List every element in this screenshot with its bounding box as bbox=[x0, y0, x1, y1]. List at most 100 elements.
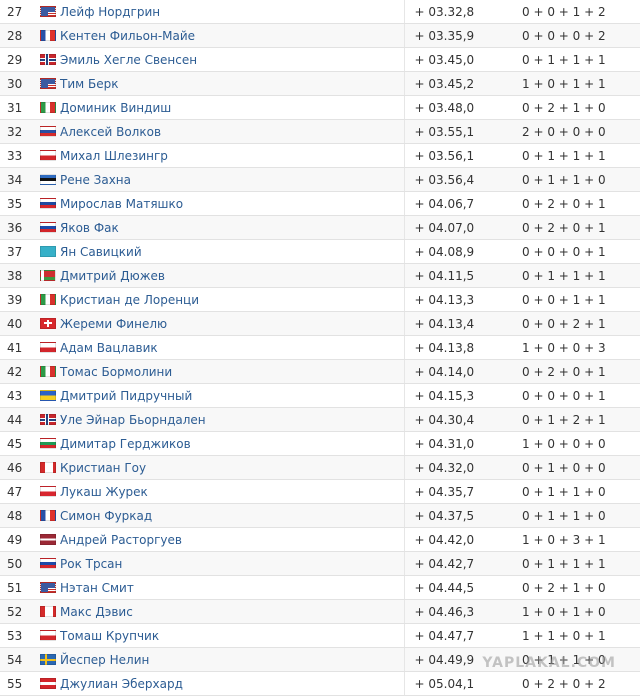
athlete-name-link[interactable]: Михал Шлезингр bbox=[60, 149, 168, 163]
athlete-cell: Макс Дэвис bbox=[40, 599, 405, 624]
position-cell: 34 bbox=[0, 167, 40, 192]
athlete-name-link[interactable]: Тим Берк bbox=[60, 77, 118, 91]
athlete-name-link[interactable]: Джулиан Эберхард bbox=[60, 677, 183, 691]
swe-flag-icon bbox=[40, 653, 56, 665]
time-gap-cell: + 04.44,5 bbox=[404, 575, 509, 600]
athlete-cell: Андрей Расторгуев bbox=[40, 527, 405, 552]
position-cell: 35 bbox=[0, 191, 40, 216]
athlete-cell: Кристиан де Лоренци bbox=[40, 287, 405, 312]
athlete-cell: Джулиан Эберхард bbox=[40, 671, 405, 696]
shooting-misses-cell: 0 + 1 + 0 + 0 bbox=[509, 455, 640, 480]
ita-flag-icon bbox=[40, 101, 56, 113]
table-row: 37 Ян Савицкий + 04.08,9 0 + 0 + 0 + 1 bbox=[0, 239, 640, 264]
position-cell: 44 bbox=[0, 407, 40, 432]
athlete-name-link[interactable]: Йеспер Нелин bbox=[60, 653, 149, 667]
position-cell: 48 bbox=[0, 503, 40, 528]
time-gap-cell: + 04.07,0 bbox=[404, 215, 509, 240]
table-row: 44 Уле Эйнар Бьорндален + 04.30,4 0 + 1 + 2… bbox=[0, 407, 640, 432]
time-gap-cell: + 03.45,2 bbox=[404, 71, 509, 96]
athlete-name-link[interactable]: Лукаш Журек bbox=[60, 485, 148, 499]
shooting-misses-cell: 0 + 1 + 1 + 0 bbox=[509, 503, 640, 528]
athlete-name-link[interactable]: Нэтан Смит bbox=[60, 581, 134, 595]
table-row: 39 Кристиан де Лоренци + 04.13,3 0 + 0 + 1 … bbox=[0, 287, 640, 312]
athlete-cell: Дмитрий Дюжев bbox=[40, 263, 405, 288]
athlete-name-link[interactable]: Ян Савицкий bbox=[60, 245, 142, 259]
table-row: 34 Рене Захна + 03.56,4 0 + 1 + 1 + 0 bbox=[0, 167, 640, 192]
athlete-name-link[interactable]: Макс Дэвис bbox=[60, 605, 133, 619]
shooting-misses-cell: 0 + 2 + 0 + 1 bbox=[509, 215, 640, 240]
pol-flag-icon bbox=[40, 485, 56, 497]
athlete-name-link[interactable]: Адам Вацлавик bbox=[60, 341, 158, 355]
athlete-name-link[interactable]: Рок Трсан bbox=[60, 557, 122, 571]
athlete-name-link[interactable]: Мирослав Матяшко bbox=[60, 197, 183, 211]
athlete-name-link[interactable]: Томаш Крупчик bbox=[60, 629, 159, 643]
athlete-name-link[interactable]: Эмиль Хегле Свенсен bbox=[60, 53, 197, 67]
athlete-cell: Тим Берк bbox=[40, 71, 405, 96]
time-gap-cell: + 04.46,3 bbox=[404, 599, 509, 624]
athlete-cell: Адам Вацлавик bbox=[40, 335, 405, 360]
athlete-cell: Яков Фак bbox=[40, 215, 405, 240]
athlete-name-link[interactable]: Димитар Герджиков bbox=[60, 437, 191, 451]
athlete-name-link[interactable]: Лейф Нордгрин bbox=[60, 5, 160, 19]
time-gap-cell: + 04.06,7 bbox=[404, 191, 509, 216]
time-gap-cell: + 04.42,0 bbox=[404, 527, 509, 552]
position-cell: 47 bbox=[0, 479, 40, 504]
aut-flag-icon bbox=[40, 677, 56, 689]
time-gap-cell: + 04.49,9 bbox=[404, 647, 509, 672]
can-flag-icon bbox=[40, 461, 56, 473]
position-cell: 32 bbox=[0, 119, 40, 144]
table-row: 38 Дмитрий Дюжев + 04.11,5 0 + 1 + 1 + 1 bbox=[0, 263, 640, 288]
table-row: 53 Томаш Крупчик + 04.47,7 1 + 1 + 0 + 1 bbox=[0, 623, 640, 648]
position-cell: 37 bbox=[0, 239, 40, 264]
table-row: 55 Джулиан Эберхард + 05.04,1 0 + 2 + 0 + 2 bbox=[0, 671, 640, 696]
ukr-flag-icon bbox=[40, 389, 56, 401]
time-gap-cell: + 04.11,5 bbox=[404, 263, 509, 288]
sui-flag-icon bbox=[40, 317, 56, 329]
shooting-misses-cell: 0 + 0 + 2 + 1 bbox=[509, 311, 640, 336]
athlete-cell: Рок Трсан bbox=[40, 551, 405, 576]
athlete-name-link[interactable]: Дмитрий Пидручный bbox=[60, 389, 192, 403]
athlete-name-link[interactable]: Жереми Финелю bbox=[60, 317, 167, 331]
athlete-name-link[interactable]: Кристиан де Лоренци bbox=[60, 293, 199, 307]
athlete-name-link[interactable]: Томас Бормолини bbox=[60, 365, 172, 379]
results-table-body: 27 Лейф Нордгрин + 03.32,8 0 + 0 + 1 + 2 28 К… bbox=[0, 0, 640, 696]
athlete-name-link[interactable]: Уле Эйнар Бьорндален bbox=[60, 413, 206, 427]
shooting-misses-cell: 0 + 0 + 1 + 1 bbox=[509, 287, 640, 312]
athlete-cell: Томас Бормолини bbox=[40, 359, 405, 384]
shooting-misses-cell: 0 + 1 + 1 + 1 bbox=[509, 551, 640, 576]
shooting-misses-cell: 0 + 0 + 0 + 2 bbox=[509, 23, 640, 48]
athlete-cell: Уле Эйнар Бьорндален bbox=[40, 407, 405, 432]
cze-flag-icon bbox=[40, 341, 56, 353]
athlete-name-link[interactable]: Кристиан Гоу bbox=[60, 461, 146, 475]
athlete-name-link[interactable]: Алексей Волков bbox=[60, 125, 161, 139]
table-row: 40 Жереми Финелю + 04.13,4 0 + 0 + 2 + 1 bbox=[0, 311, 640, 336]
athlete-name-link[interactable]: Кентен Фильон-Майе bbox=[60, 29, 195, 43]
position-cell: 50 bbox=[0, 551, 40, 576]
table-row: 52 Макс Дэвис + 04.46,3 1 + 0 + 1 + 0 bbox=[0, 599, 640, 624]
position-cell: 33 bbox=[0, 143, 40, 168]
athlete-cell: Лукаш Журек bbox=[40, 479, 405, 504]
table-row: 41 Адам Вацлавик + 04.13,8 1 + 0 + 0 + 3 bbox=[0, 335, 640, 360]
shooting-misses-cell: 1 + 0 + 3 + 1 bbox=[509, 527, 640, 552]
position-cell: 40 bbox=[0, 311, 40, 336]
athlete-cell: Нэтан Смит bbox=[40, 575, 405, 600]
position-cell: 27 bbox=[0, 0, 40, 24]
athlete-name-link[interactable]: Доминик Виндиш bbox=[60, 101, 171, 115]
position-cell: 30 bbox=[0, 71, 40, 96]
time-gap-cell: + 04.15,3 bbox=[404, 383, 509, 408]
position-cell: 45 bbox=[0, 431, 40, 456]
shooting-misses-cell: 0 + 2 + 1 + 0 bbox=[509, 95, 640, 120]
athlete-name-link[interactable]: Андрей Расторгуев bbox=[60, 533, 182, 547]
position-cell: 31 bbox=[0, 95, 40, 120]
time-gap-cell: + 03.32,8 bbox=[404, 0, 509, 24]
athlete-name-link[interactable]: Дмитрий Дюжев bbox=[60, 269, 165, 283]
bul-flag-icon bbox=[40, 437, 56, 449]
athlete-name-link[interactable]: Яков Фак bbox=[60, 221, 119, 235]
athlete-name-link[interactable]: Симон Фуркад bbox=[60, 509, 152, 523]
blr-flag-icon bbox=[40, 269, 56, 281]
position-cell: 41 bbox=[0, 335, 40, 360]
position-cell: 29 bbox=[0, 47, 40, 72]
athlete-name-link[interactable]: Рене Захна bbox=[60, 173, 131, 187]
position-cell: 52 bbox=[0, 599, 40, 624]
table-row: 42 Томас Бормолини + 04.14,0 0 + 2 + 0 + 1 bbox=[0, 359, 640, 384]
